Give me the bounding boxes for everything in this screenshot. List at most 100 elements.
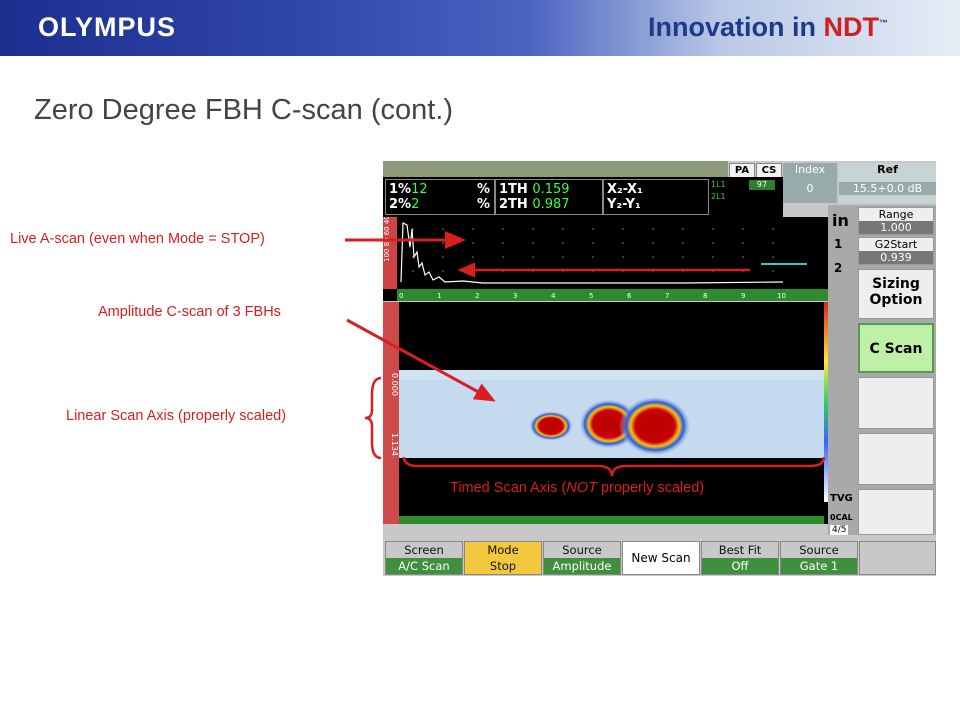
- cal-indicator: 0CAL: [830, 513, 853, 522]
- right-panel: in 1 2 Range 1.000 G2Start 0.939 Sizing …: [828, 205, 936, 535]
- cscan-axis-top-label: 0.000: [390, 373, 399, 396]
- new-scan-button[interactable]: New Scan: [622, 541, 700, 575]
- timed-axis-text-1: Timed Scan Axis (: [450, 480, 567, 496]
- reading-2-unit: %: [476, 197, 490, 212]
- tagline-tm: ™: [879, 18, 888, 28]
- side-button-blank-3[interactable]: [858, 489, 934, 535]
- bottom-bar: Screen A/C Scan Mode Stop Source Amplitu…: [383, 541, 936, 576]
- timed-axis-emphasis: NOT: [566, 480, 597, 496]
- side-label-1: 1L1: [711, 180, 726, 189]
- th2-label: 2TH: [499, 197, 528, 212]
- x-tick: 8: [703, 292, 707, 300]
- fbh-indication-1: [529, 411, 573, 441]
- reading-2-value: 2: [411, 197, 420, 212]
- tagline-text: Innovation in: [648, 12, 824, 42]
- fbh-indication-3: [619, 396, 691, 456]
- thickness-readings: 1TH 0.159 2TH 0.987: [495, 179, 603, 215]
- x-tick: 9: [741, 292, 745, 300]
- ref-field[interactable]: Ref 15.5+0.0 dB: [839, 163, 936, 203]
- screen-value: A/C Scan: [386, 558, 462, 574]
- best-fit-value: Off: [702, 558, 778, 574]
- ascan-plot: 100 80 60 40 20 0 0 1 2 3 4 5 6 7 8 9 10: [383, 197, 828, 301]
- header-banner: OLYMPUS Innovation in NDT™: [0, 0, 960, 56]
- th2-value: 0.987: [532, 197, 570, 212]
- index-label: Index: [794, 163, 826, 176]
- range-value: 1.000: [859, 221, 933, 234]
- linear-axis-brace: [364, 376, 382, 460]
- sizing-label-2: Option: [869, 292, 923, 308]
- range-label: Range: [878, 208, 914, 221]
- cscan-button[interactable]: C Scan: [858, 323, 934, 373]
- annotation-timed-axis: Timed Scan Axis (NOT properly scaled): [450, 480, 704, 496]
- ascan-trace: [400, 222, 784, 284]
- side-button-blank-2[interactable]: [858, 433, 934, 485]
- x-tick: 7: [665, 292, 669, 300]
- source-gate-label: Source: [799, 543, 839, 557]
- gain-badge: 97: [749, 180, 775, 190]
- bottom-button-blank[interactable]: [859, 541, 936, 575]
- x-tick: 3: [513, 292, 517, 300]
- side-button-blank-1[interactable]: [858, 377, 934, 429]
- ascan-grid: [412, 228, 774, 272]
- mode-label: Mode: [465, 542, 541, 558]
- g2start-value: 0.939: [859, 251, 933, 264]
- tvg-indicator: TVG: [830, 493, 853, 504]
- ref-label: Ref: [877, 163, 898, 176]
- page-indicator: 4/5: [830, 525, 849, 535]
- th1-label: 1TH: [499, 182, 528, 197]
- range-field[interactable]: Range 1.000: [858, 207, 934, 235]
- ascan-y-axis-label: 100 80 60 40 20 0: [383, 217, 391, 262]
- source-amplitude-button[interactable]: Source Amplitude: [543, 541, 621, 575]
- g2start-field[interactable]: G2Start 0.939: [858, 237, 934, 265]
- olympus-logo: OLYMPUS: [38, 12, 177, 42]
- units-label: in: [832, 211, 849, 230]
- y-delta-label: Y₂-Y₁: [607, 197, 641, 212]
- annotation-live-ascan: Live A-scan (even when Mode = STOP): [10, 231, 265, 247]
- cscan-axis-bottom-label: 1.134: [390, 433, 399, 456]
- tagline-ndt: NDT: [823, 12, 880, 42]
- index-value: 0: [806, 182, 814, 195]
- mode-value: Stop: [465, 558, 541, 574]
- gate-marker-1: 1: [834, 237, 843, 251]
- annotation-linear-axis: Linear Scan Axis (properly scaled): [66, 408, 287, 424]
- ref-value: 15.5+0.0 dB: [839, 182, 936, 195]
- x-tick: 2: [475, 292, 479, 300]
- reading-1-unit: %: [476, 182, 490, 197]
- annotation-amplitude-cscan: Amplitude C-scan of 3 FBHs: [98, 304, 281, 320]
- sizing-label-1: Sizing: [872, 276, 920, 292]
- source-label: Source: [562, 543, 602, 557]
- best-fit-label: Best Fit: [718, 543, 762, 557]
- cscan-axis-bar: [383, 302, 399, 524]
- side-label-2: 2L1: [711, 192, 726, 201]
- cursor-readings: X₂-X₁ Y₂-Y₁: [603, 179, 709, 215]
- reading-1-value: 12: [411, 182, 428, 197]
- tagline: Innovation in NDT™: [648, 12, 888, 43]
- x-tick: 1: [437, 292, 441, 300]
- index-field[interactable]: Index 0: [783, 163, 837, 203]
- source-gate-button[interactable]: Source Gate 1: [780, 541, 858, 575]
- timed-axis-text-2: properly scaled): [596, 480, 705, 496]
- ascan-x-axis-bar: [397, 289, 828, 301]
- screen-label: Screen: [404, 543, 444, 557]
- gate-marker-2: 2: [834, 261, 843, 275]
- sizing-option-button[interactable]: Sizing Option: [858, 269, 934, 319]
- reading-2-label: 2%: [389, 197, 412, 212]
- flaw-detector-screen: PA CS 1%12 % 2%2 % 1TH 0.159 2TH 0.987 X…: [383, 161, 936, 576]
- best-fit-button[interactable]: Best Fit Off: [701, 541, 779, 575]
- x-tick: 6: [627, 292, 632, 300]
- ascan-display: 100 80 60 40 20 0 0 1 2 3 4 5 6 7 8 9 10: [383, 197, 828, 301]
- title-strip: [383, 161, 728, 177]
- mode-button[interactable]: Mode Stop: [464, 541, 542, 575]
- x-tick: 5: [589, 292, 593, 300]
- amplitude-readings: 1%12 % 2%2 %: [385, 179, 495, 215]
- x-tick: 4: [551, 292, 556, 300]
- x-tick: 10: [777, 292, 786, 300]
- source-gate-value: Gate 1: [781, 558, 857, 574]
- x-tick: 0: [399, 292, 403, 300]
- source-value: Amplitude: [544, 558, 620, 574]
- g2start-label: G2Start: [874, 238, 918, 251]
- readings-panel: 1%12 % 2%2 % 1TH 0.159 2TH 0.987 X₂-X₁ Y…: [383, 177, 783, 217]
- slide-title: Zero Degree FBH C-scan (cont.): [34, 94, 454, 126]
- screen-button[interactable]: Screen A/C Scan: [385, 541, 463, 575]
- cscan-x-axis-bar: [399, 516, 824, 524]
